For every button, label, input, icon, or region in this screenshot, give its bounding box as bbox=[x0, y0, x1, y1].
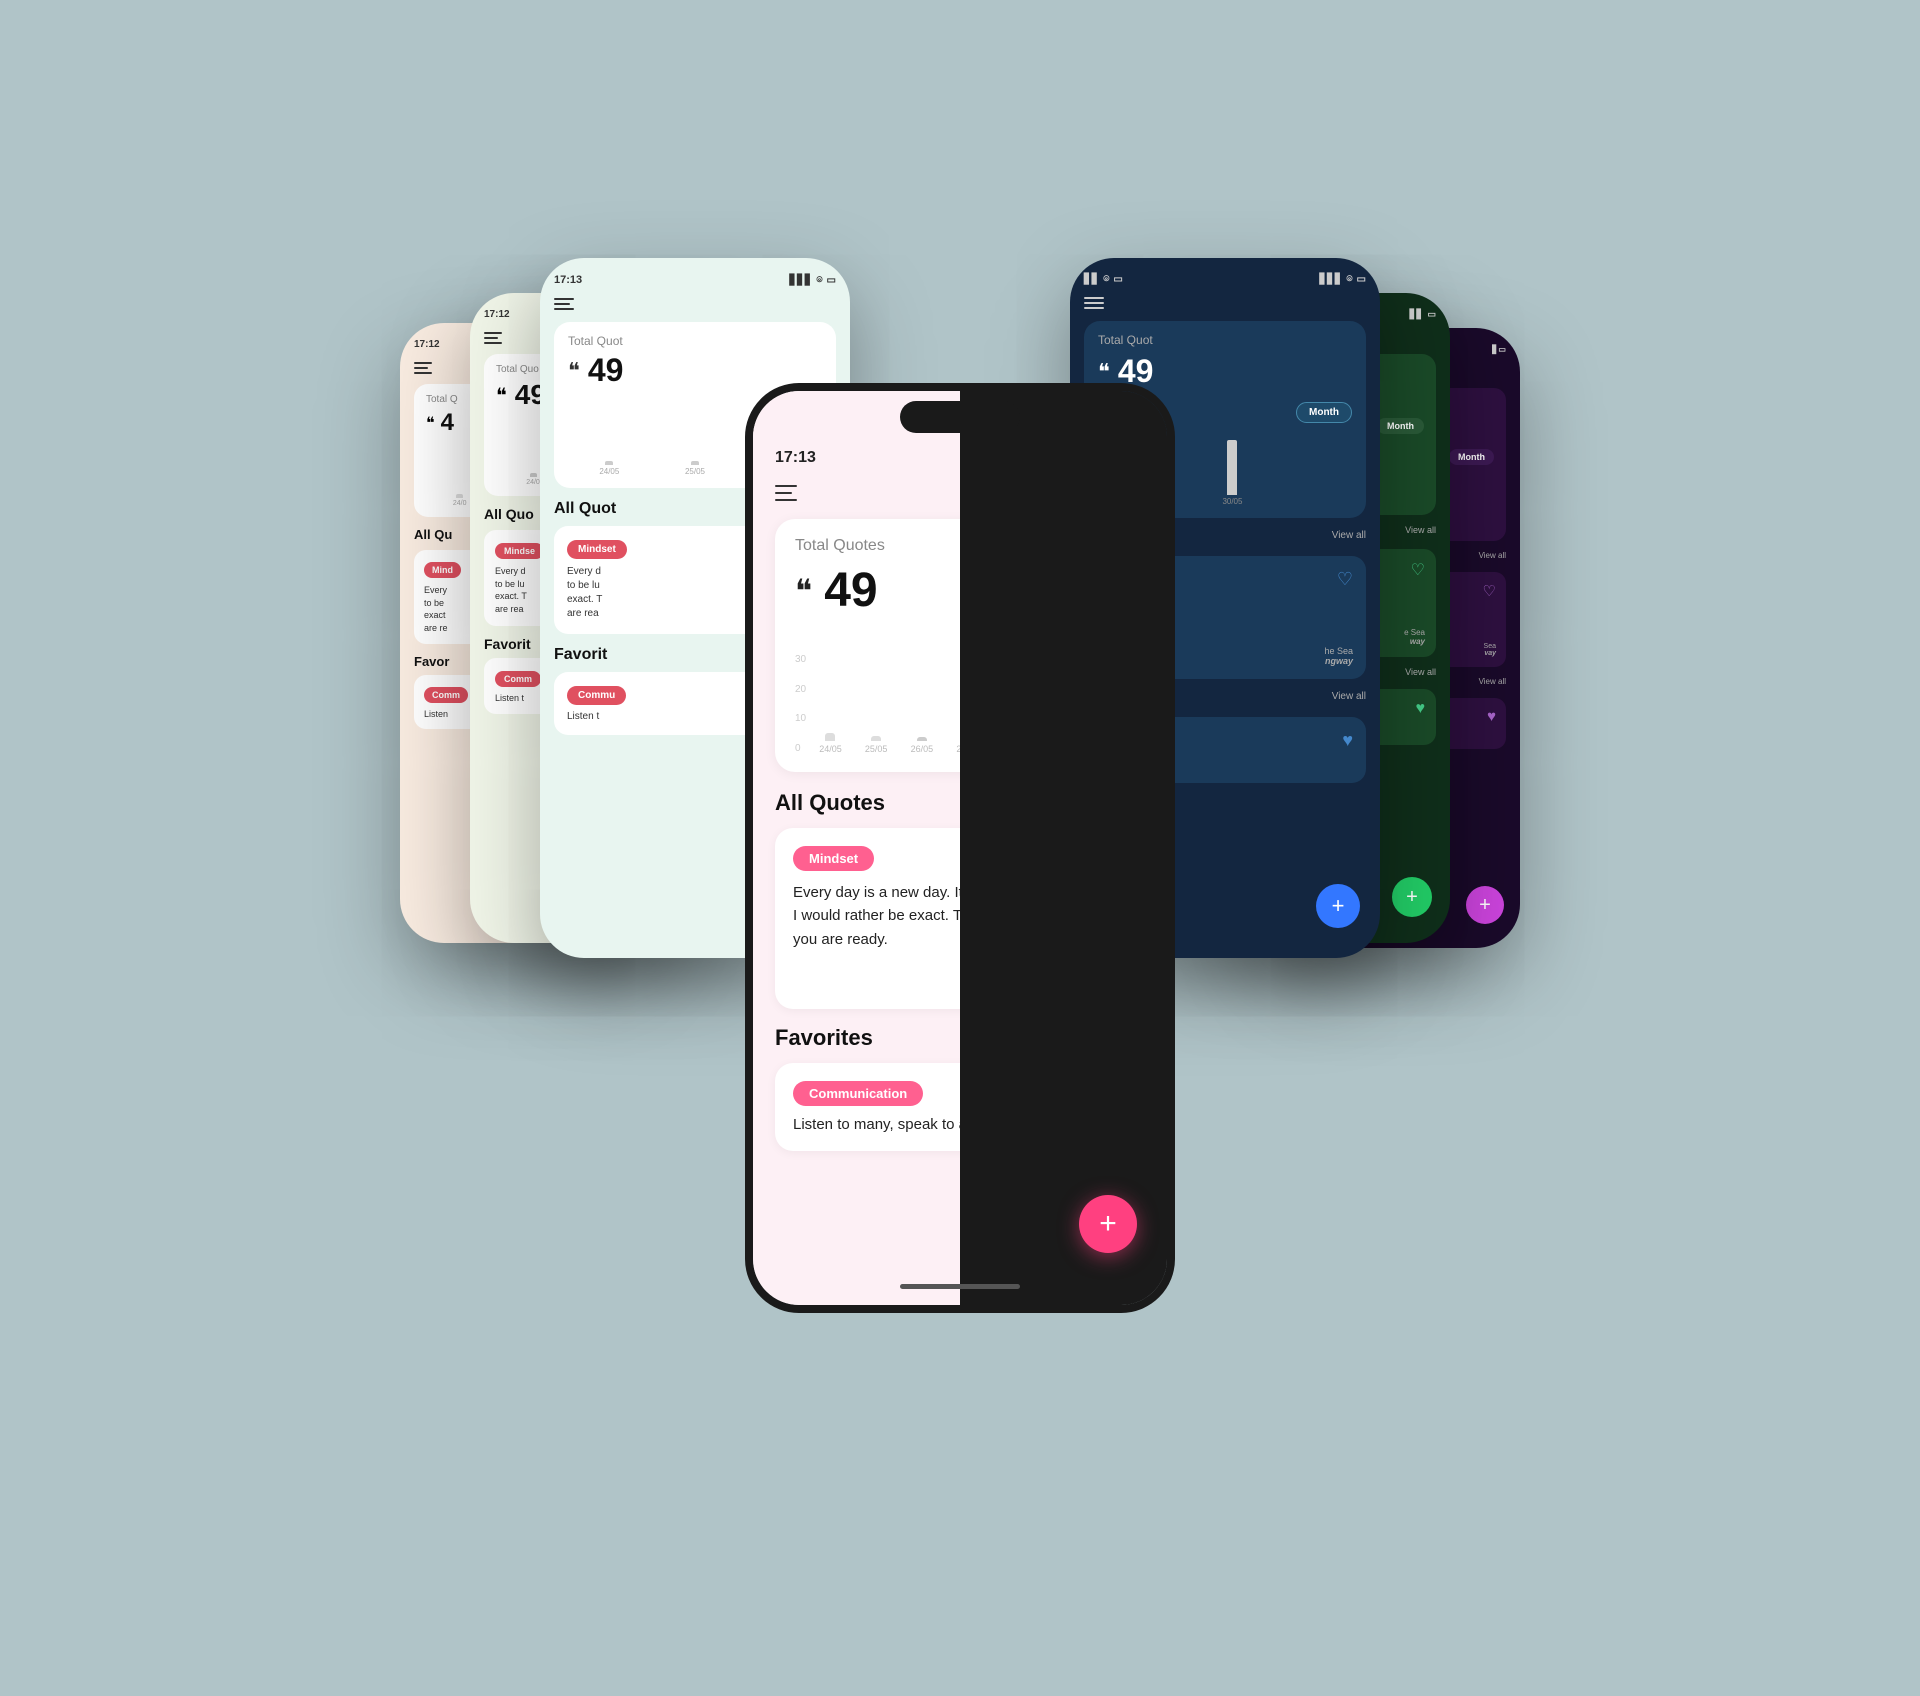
bar-26-label: 26/05 bbox=[911, 744, 934, 754]
bg-fav-t-left1: Favorit bbox=[554, 646, 607, 664]
light-tq-label: Total Quotes bbox=[795, 537, 960, 555]
bg-tag-l1: Mindset bbox=[567, 540, 627, 559]
bg-icons3: ▋▭ bbox=[1492, 345, 1506, 354]
light-aq-title: All Quotes bbox=[775, 790, 885, 816]
bar-26: 26/05 bbox=[902, 654, 943, 754]
light-chart: 3020100 24/05 25/05 bbox=[795, 634, 960, 754]
bg-tag-left3: Mind bbox=[424, 562, 461, 578]
light-fav-title: Favorites bbox=[775, 1025, 873, 1051]
light-fav-tag: Communication bbox=[793, 1081, 923, 1106]
phone-main-inner: 17:13 Total Quotes ❝ 49 bbox=[753, 391, 1167, 1305]
phone-notch bbox=[900, 401, 1020, 433]
bg-number-left3: 4 bbox=[441, 409, 454, 437]
bg-va-r1: View all bbox=[1332, 530, 1366, 548]
bg-num-row-left1: ❝ 49 bbox=[568, 352, 822, 389]
bg-fav-tag-left3: Comm bbox=[424, 687, 468, 703]
phone-half-dark: 17:13 ▋▋▋ ⌾ ▭ T bbox=[960, 391, 1167, 1305]
light-tq-number-row: ❝ 49 bbox=[795, 563, 960, 618]
bg-fav-va-r2: View all bbox=[1405, 667, 1436, 683]
bar-24-fill bbox=[825, 733, 835, 741]
bg-icons-right1: ▋▋▋⌾▭ bbox=[1319, 274, 1366, 285]
bar-25: 25/05 bbox=[856, 654, 897, 754]
bg-time-left1: 17:13 bbox=[554, 274, 582, 286]
bar-24: 24/05 bbox=[810, 654, 851, 754]
light-fav-text: Listen to many, speak to a few. bbox=[793, 1116, 960, 1133]
bg-fav-heart-r1: ♥ bbox=[1342, 730, 1353, 751]
bg-fav-tag-left2: Comm bbox=[495, 671, 541, 687]
light-hamburger[interactable] bbox=[775, 485, 960, 501]
bg-heart-r3: ♡ bbox=[1483, 582, 1496, 600]
light-tq-card: Total Quotes ❝ 49 3020100 bbox=[775, 519, 960, 772]
bg-fab-r3[interactable]: + bbox=[1466, 886, 1504, 924]
light-quote-card: Mindset ♡ Every day is a new day. It is … bbox=[775, 828, 960, 1009]
bg-fav-heart-r2: ♥ bbox=[1416, 700, 1426, 718]
bg-time-left3: 17:12 bbox=[414, 339, 440, 350]
bg-fav-va-r3: View all bbox=[1479, 677, 1506, 692]
home-indicator bbox=[900, 1284, 1020, 1289]
light-quote-icon: ❝ bbox=[795, 572, 812, 610]
bg-fab-r2[interactable]: + bbox=[1392, 877, 1432, 917]
bar-26-fill bbox=[917, 737, 927, 741]
bg-heart-r2: ♡ bbox=[1411, 560, 1425, 580]
light-content: 17:13 Total Quotes ❝ 49 bbox=[753, 391, 960, 1171]
light-status: 17:13 bbox=[775, 449, 960, 467]
bar-27: 27/05 bbox=[947, 654, 960, 754]
light-tq-number: 49 bbox=[824, 563, 877, 618]
light-aq-header: All Quotes View all bbox=[775, 790, 960, 816]
phone-main: 17:13 Total Quotes ❝ 49 bbox=[745, 383, 1175, 1313]
light-attribution: The Old Man and the Sea Ernest Hemingway bbox=[793, 961, 960, 991]
bg-status-left1: 17:13 ▋▋▋⌾▭ bbox=[554, 274, 836, 286]
bg-quote-icon-left3: ❝ bbox=[426, 413, 435, 433]
bg-tq-lbl-right1: Total Quot bbox=[1098, 333, 1352, 347]
bg-hamburger-left1 bbox=[554, 298, 836, 310]
light-quote-text: Every day is a new day. It is better to … bbox=[793, 881, 960, 951]
bg-month-right1: Month bbox=[1296, 402, 1352, 423]
bg-time-left2: 17:12 bbox=[484, 309, 510, 320]
bg-fav-heart-r3: ♥ bbox=[1487, 708, 1496, 725]
light-author: Ernest Hemingway bbox=[793, 976, 960, 991]
bg-all-q-title-left3: All Qu bbox=[414, 527, 452, 542]
bg-qi-right1: ❝ bbox=[1098, 359, 1110, 385]
phone-half-light: 17:13 Total Quotes ❝ 49 bbox=[753, 391, 960, 1305]
bg-fav-tag-l1: Commu bbox=[567, 686, 626, 705]
bg-fav-va-r1: View all bbox=[1332, 691, 1366, 709]
bg-month-r3: Month bbox=[1449, 449, 1494, 465]
bg-aq-title-left2: All Quo bbox=[484, 506, 534, 522]
bg-icons-left1: ▋▋▋⌾▭ bbox=[789, 275, 836, 286]
bg-icons2: ▋▋▭ bbox=[1410, 309, 1436, 320]
bg-aq-t-left1: All Quot bbox=[554, 500, 616, 518]
bg-icon-left1: ❝ bbox=[568, 358, 580, 384]
bg-qicon-left2: ❝ bbox=[496, 383, 507, 408]
light-bars: 24/05 25/05 26/05 bbox=[810, 654, 960, 754]
light-time: 17:13 bbox=[775, 449, 816, 467]
chart-y-labels: 3020100 bbox=[795, 654, 806, 754]
app-scene: 17:12 ▋▋▋ ⌾ ▭ Total Q ❝ 4 bbox=[260, 73, 1660, 1623]
bar-25-label: 25/05 bbox=[865, 744, 888, 754]
bg-tag-left2: Mindse bbox=[495, 543, 544, 559]
bg-num-left1: 49 bbox=[588, 352, 624, 389]
light-book: The Old Man and the Sea bbox=[793, 961, 960, 976]
bg-va-r2: View all bbox=[1405, 525, 1436, 541]
main-fab[interactable]: + bbox=[1079, 1195, 1137, 1253]
bg-tq-lbl-left1: Total Quot bbox=[568, 334, 822, 348]
bar-25-fill bbox=[871, 736, 881, 741]
bg-month-r2: Month bbox=[1377, 418, 1424, 434]
bg-sig-right1: ▋▋⌾▭ bbox=[1084, 274, 1123, 285]
light-fav-card: Communication ♥ Listen to many, speak to… bbox=[775, 1063, 960, 1151]
bar-24-label: 24/05 bbox=[819, 744, 842, 754]
light-fav-header: Favorites View all bbox=[775, 1025, 960, 1051]
light-quote-tag: Mindset bbox=[793, 846, 874, 871]
bg-heart-r1: ♡ bbox=[1337, 569, 1353, 590]
bg-ham-right1 bbox=[1084, 297, 1366, 309]
bg-status-right1: ▋▋⌾▭ ▋▋▋⌾▭ bbox=[1084, 274, 1366, 285]
bg-fab-right1[interactable]: + bbox=[1316, 884, 1360, 928]
bg-va-r3: View all bbox=[1479, 551, 1506, 566]
